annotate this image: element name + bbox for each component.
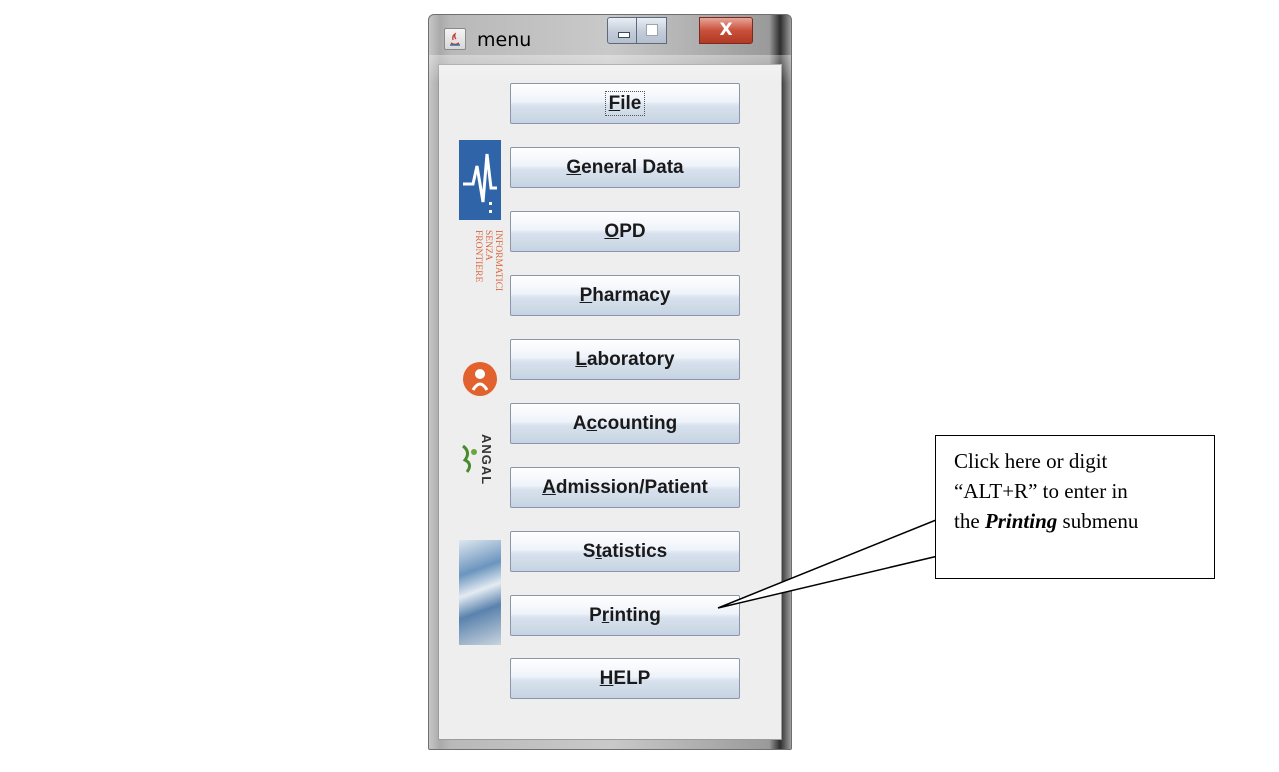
callout-pointer — [717, 518, 939, 609]
callout-printing-emphasis: Printing — [984, 509, 1058, 533]
printing-callout: Click here or digit “ALT+R” to enter in … — [935, 435, 1215, 579]
callout-line-3: the Printing submenu — [954, 506, 1196, 536]
callout-line-3-post: submenu — [1057, 509, 1139, 533]
callout-line-1: Click here or digit — [954, 449, 1108, 473]
callout-line-3-pre: the — [954, 509, 985, 533]
callout-line-2: “ALT+R” to enter in — [954, 479, 1128, 503]
